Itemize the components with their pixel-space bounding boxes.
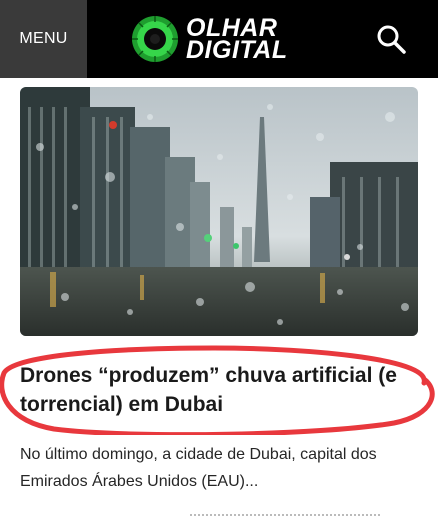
logo-line-2: DIGITAL xyxy=(186,36,288,64)
article-title[interactable]: Drones “produzem” chuva artificial (e to… xyxy=(20,361,420,419)
rainy-city-photo xyxy=(20,87,418,336)
site-logo[interactable]: OLHAR DIGITAL xyxy=(130,14,288,64)
logo-wordmark: OLHAR DIGITAL xyxy=(186,16,288,64)
menu-button[interactable]: MENU xyxy=(0,0,87,78)
next-article-fragment xyxy=(190,514,380,522)
article-excerpt: No último domingo, a cidade de Dubai, ca… xyxy=(20,446,377,490)
article-image[interactable] xyxy=(20,87,418,336)
logo-eye-icon xyxy=(132,16,178,62)
search-icon[interactable] xyxy=(376,24,406,54)
site-header: MENU OLHAR DIGITAL xyxy=(0,0,438,78)
